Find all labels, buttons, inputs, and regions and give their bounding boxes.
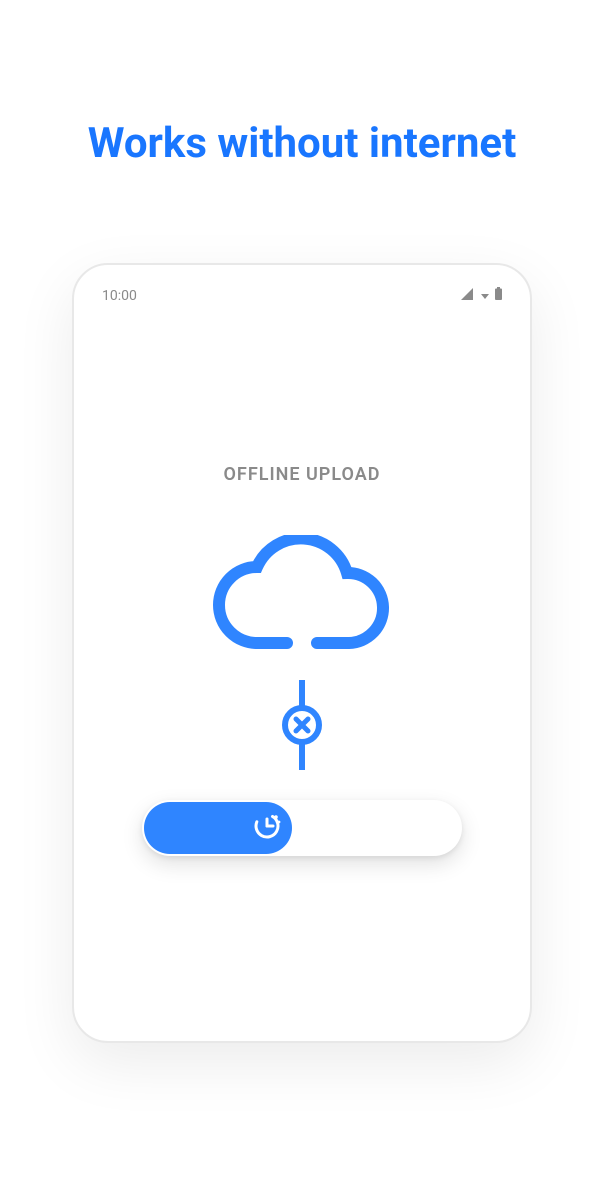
- status-bar: 10:00: [74, 265, 530, 314]
- toggle-active-pill: [144, 802, 292, 854]
- upload-connector: [282, 680, 322, 770]
- screen-content: OFFLINE UPLOAD: [74, 314, 530, 856]
- page-title: Works without internet: [0, 120, 604, 168]
- status-time: 10:00: [102, 288, 137, 304]
- section-label: OFFLINE UPLOAD: [224, 464, 381, 485]
- timer-icon: [252, 811, 282, 845]
- dropdown-icon: [481, 288, 489, 304]
- battery-icon: [495, 287, 502, 304]
- cloud-icon: [207, 535, 397, 660]
- status-icons: [461, 287, 502, 304]
- signal-icon: [461, 288, 475, 304]
- offline-illustration: [142, 535, 462, 856]
- phone-mockup: 10:00 OFFLINE UPLOAD: [72, 263, 532, 1043]
- mode-toggle[interactable]: [142, 800, 462, 856]
